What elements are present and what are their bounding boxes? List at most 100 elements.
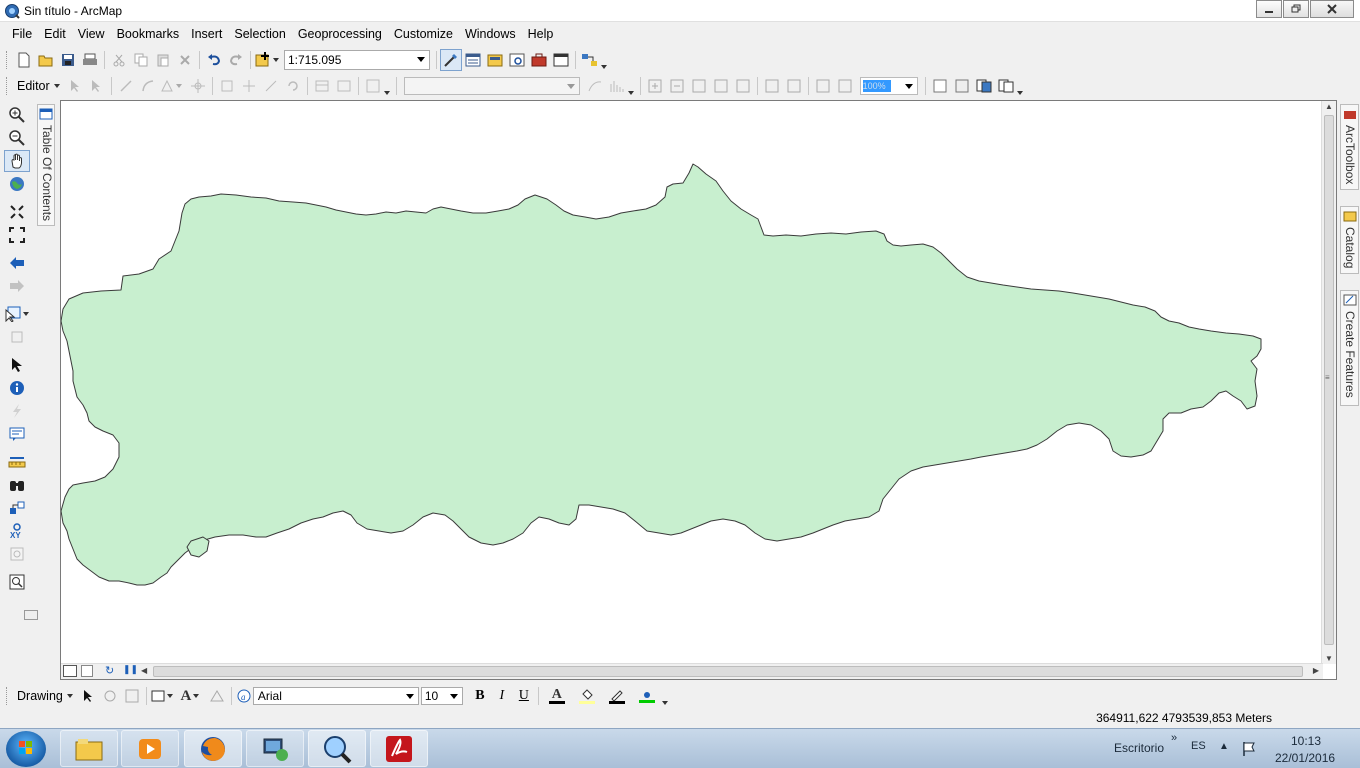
map-horizontal-scrollbar[interactable]: ↻ ❚❚ ◀ ▶: [61, 663, 1323, 679]
bold-button[interactable]: B: [469, 685, 491, 707]
pan-button[interactable]: [4, 150, 30, 172]
endpoint-arc-button[interactable]: [137, 75, 159, 97]
font-color-button[interactable]: A: [542, 685, 572, 707]
refresh-icon[interactable]: ↻: [105, 664, 114, 677]
toolbar-grip[interactable]: [6, 687, 9, 705]
zoom-out-button[interactable]: [4, 127, 30, 149]
font-size-combo[interactable]: 10: [420, 687, 463, 705]
taskbar-network[interactable]: [246, 730, 304, 767]
data-view-button[interactable]: [63, 665, 77, 677]
find-button[interactable]: [4, 474, 30, 496]
scroll-up-icon[interactable]: ▲: [1325, 102, 1333, 111]
new-document-button[interactable]: [13, 49, 35, 71]
go-to-xy-button[interactable]: XY: [4, 520, 30, 542]
clock-date[interactable]: 22/01/2016: [1275, 751, 1335, 765]
model-builder-button[interactable]: [579, 49, 601, 71]
taskbar-search-app[interactable]: [308, 730, 366, 767]
fixed-zoom-in-button[interactable]: [4, 201, 30, 223]
horizontal-scroll-thumb[interactable]: [153, 666, 1303, 677]
change-layout-button[interactable]: [973, 75, 995, 97]
menu-file[interactable]: File: [0, 23, 38, 45]
scroll-right-icon[interactable]: ▶: [1313, 666, 1319, 675]
full-extent-button[interactable]: [4, 173, 30, 195]
start-button[interactable]: [6, 731, 46, 767]
find-route-button[interactable]: [4, 497, 30, 519]
clear-selection-button[interactable]: [4, 326, 30, 348]
font-name-combo[interactable]: Arial: [252, 687, 419, 705]
toolbar-grip[interactable]: [6, 51, 9, 69]
tools-overflow-icon[interactable]: [24, 610, 38, 620]
toggle-draft-mode-button[interactable]: [929, 75, 951, 97]
menu-windows[interactable]: Windows: [459, 23, 522, 45]
scroll-left-icon[interactable]: ◀: [141, 666, 147, 675]
layer-combo[interactable]: [403, 77, 580, 95]
toolbar-grip[interactable]: [6, 77, 9, 95]
layout-zoom-out-button[interactable]: [666, 75, 688, 97]
print-button[interactable]: [79, 49, 101, 71]
map-scale-combo[interactable]: 1:715.095: [284, 50, 430, 70]
edit-vertices-button[interactable]: [187, 75, 209, 97]
pause-drawing-icon[interactable]: ❚❚: [123, 664, 138, 675]
line-color-button[interactable]: [602, 685, 632, 707]
zoom-to-elements-button[interactable]: [121, 685, 143, 707]
undo-button[interactable]: [203, 49, 225, 71]
map-data-frame[interactable]: ▲ ≡ ▼ ↻ ❚❚ ◀ ▶: [60, 100, 1337, 680]
menu-selection[interactable]: Selection: [228, 23, 291, 45]
construction-tools-button[interactable]: [159, 75, 187, 97]
reshape-button[interactable]: [216, 75, 238, 97]
create-features-button[interactable]: [362, 75, 384, 97]
rotate-button[interactable]: [282, 75, 304, 97]
layout-zoom-in-button[interactable]: [644, 75, 666, 97]
italic-button[interactable]: I: [491, 685, 513, 707]
copy-button[interactable]: [130, 49, 152, 71]
layout-pan-button[interactable]: [688, 75, 710, 97]
taskbar-media-player[interactable]: [121, 730, 179, 767]
identify-button[interactable]: [4, 377, 30, 399]
effects-button[interactable]: [584, 75, 606, 97]
edit-annotation-button[interactable]: [86, 75, 108, 97]
minimize-button[interactable]: [1256, 0, 1282, 18]
map-canvas[interactable]: [61, 101, 1323, 664]
convert-to-graphics-button[interactable]: [206, 685, 228, 707]
marker-color-button[interactable]: [632, 685, 662, 707]
layout-back-button[interactable]: [812, 75, 834, 97]
scroll-down-icon[interactable]: ▼: [1325, 654, 1333, 663]
rotate-element-button[interactable]: [99, 685, 121, 707]
fixed-zoom-out-button[interactable]: [4, 224, 30, 246]
show-desktop-toolbar[interactable]: Escritorio: [1114, 741, 1164, 755]
rectangle-tool-button[interactable]: [150, 685, 178, 707]
zoom-whole-page-button[interactable]: [710, 75, 732, 97]
arctoolbox-button[interactable]: [528, 49, 550, 71]
table-of-contents-button[interactable]: [462, 49, 484, 71]
show-hidden-icons-icon[interactable]: ▲: [1219, 741, 1229, 752]
layout-zoom-percent[interactable]: 100%: [859, 77, 918, 95]
arctoolbox-tab[interactable]: ArcToolbox: [1340, 104, 1359, 190]
zoom-in-button[interactable]: [4, 104, 30, 126]
layout-forward-button[interactable]: [834, 75, 856, 97]
cut-button[interactable]: [108, 49, 130, 71]
sketch-properties-button[interactable]: [333, 75, 355, 97]
html-popup-button[interactable]: [4, 423, 30, 445]
python-window-button[interactable]: [550, 49, 572, 71]
fixed-zoom-in-layout-button[interactable]: [761, 75, 783, 97]
edit-tool-button[interactable]: [64, 75, 86, 97]
fixed-zoom-out-layout-button[interactable]: [783, 75, 805, 97]
chevron-right-icon[interactable]: »: [1171, 732, 1177, 744]
chevron-down-icon[interactable]: [417, 57, 425, 62]
open-button[interactable]: [35, 49, 57, 71]
menu-insert[interactable]: Insert: [185, 23, 228, 45]
fill-color-button[interactable]: [572, 685, 602, 707]
go-back-button[interactable]: [4, 252, 30, 274]
clock-time[interactable]: 10:13: [1291, 734, 1321, 748]
menu-edit[interactable]: Edit: [38, 23, 72, 45]
cut-polygons-button[interactable]: [238, 75, 260, 97]
taskbar-pdf-reader[interactable]: [370, 730, 428, 767]
menu-customize[interactable]: Customize: [388, 23, 459, 45]
taskbar-explorer[interactable]: [60, 730, 118, 767]
menu-bookmarks[interactable]: Bookmarks: [111, 23, 186, 45]
attributes-button[interactable]: [311, 75, 333, 97]
asturias-polygon[interactable]: [61, 163, 1262, 586]
measure-button[interactable]: [4, 451, 30, 473]
editor-menu[interactable]: Editor: [13, 79, 52, 93]
redo-button[interactable]: [225, 49, 247, 71]
